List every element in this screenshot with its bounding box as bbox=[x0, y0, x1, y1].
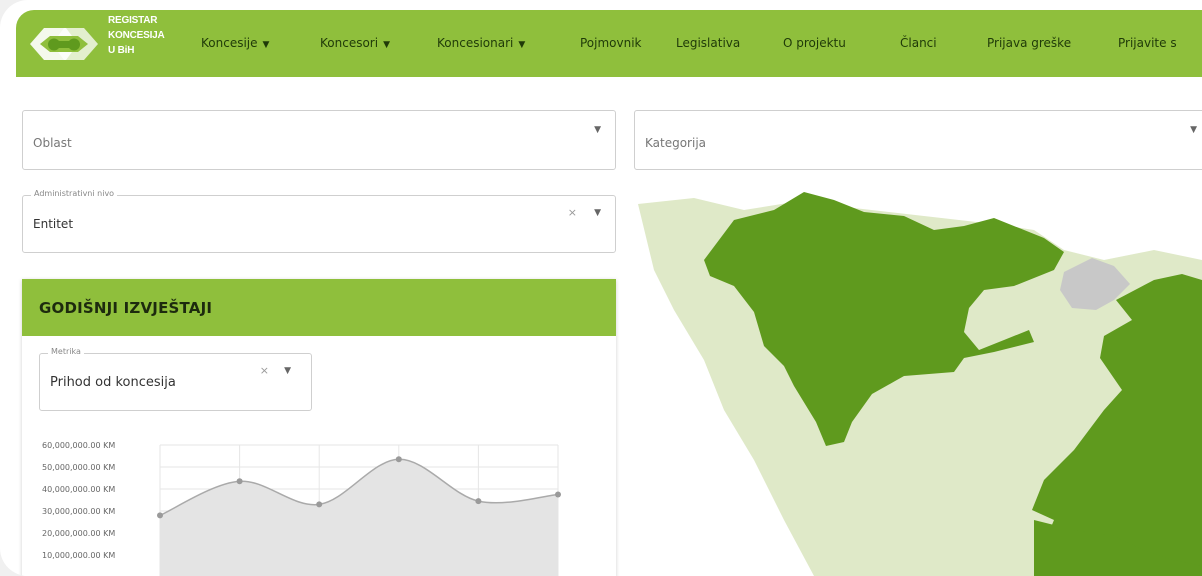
bih-map[interactable] bbox=[634, 190, 1202, 576]
panel-header: GODIŠNJI IZVJEŠTAJI bbox=[22, 279, 616, 336]
chevron-down-icon: ▼ bbox=[383, 40, 390, 50]
nav-item-koncesori[interactable]: Koncesori ▼ bbox=[320, 36, 390, 50]
nav-item-prijava-greske[interactable]: Prijava greške bbox=[987, 36, 1071, 50]
y-tick-label: 50,000,000.00 KM bbox=[42, 463, 115, 472]
metric-select[interactable]: Metrika Prihod od koncesija × ▼ bbox=[39, 347, 312, 411]
registar-logo-icon[interactable] bbox=[24, 20, 104, 68]
kategorija-placeholder: Kategorija bbox=[645, 136, 707, 150]
admin-level-legend: Administrativni nivo bbox=[31, 189, 118, 198]
metric-value: Prihod od koncesija bbox=[50, 375, 176, 390]
logo-line-2: KONCESIJA bbox=[108, 30, 165, 41]
nav-item-koncesije[interactable]: Koncesije ▼ bbox=[201, 36, 269, 50]
chevron-down-icon[interactable]: ▼ bbox=[594, 125, 601, 135]
nav-item-legislativa[interactable]: Legislativa bbox=[676, 36, 740, 50]
chevron-down-icon: ▼ bbox=[518, 40, 526, 50]
logo-line-3: U BiH bbox=[108, 45, 135, 56]
revenue-chart[interactable]: 60,000,000.00 KM 50,000,000.00 KM 40,000,0… bbox=[22, 429, 582, 576]
chevron-down-icon: ▼ bbox=[262, 40, 270, 50]
nav-item-pojmovnik[interactable]: Pojmovnik bbox=[580, 36, 642, 50]
y-tick-label: 60,000,000.00 KM bbox=[42, 441, 115, 450]
nav-item-prijavite[interactable]: Prijavite s bbox=[1118, 36, 1177, 50]
kategorija-select[interactable]: Kategorija ▼ bbox=[634, 110, 1202, 170]
logo-line-1: REGISTAR bbox=[108, 15, 158, 26]
chevron-down-icon[interactable]: ▼ bbox=[1190, 125, 1197, 135]
series-area bbox=[160, 459, 558, 576]
chevron-down-icon[interactable]: ▼ bbox=[594, 208, 601, 218]
top-navbar: REGISTAR KONCESIJA U BiH Koncesije ▼ Konc… bbox=[16, 10, 1202, 77]
nav-item-o-projektu[interactable]: O projektu bbox=[783, 36, 846, 50]
data-point[interactable] bbox=[475, 498, 482, 505]
y-tick-label: 10,000,000.00 KM bbox=[42, 551, 115, 560]
y-tick-label: 20,000,000.00 KM bbox=[42, 529, 115, 538]
annual-reports-panel: GODIŠNJI IZVJEŠTAJI Metrika Prihod od ko… bbox=[22, 279, 616, 576]
chevron-down-icon[interactable]: ▼ bbox=[284, 366, 291, 376]
metric-legend: Metrika bbox=[48, 347, 84, 356]
admin-level-select[interactable]: Administrativni nivo Entitet × ▼ bbox=[22, 189, 616, 253]
clear-icon[interactable]: × bbox=[260, 364, 269, 377]
data-point[interactable] bbox=[395, 456, 402, 463]
clear-icon[interactable]: × bbox=[568, 206, 577, 219]
oblast-select[interactable]: Oblast ▼ bbox=[22, 110, 616, 170]
nav-item-koncesionari[interactable]: Koncesionari ▼ bbox=[437, 36, 525, 50]
admin-level-value: Entitet bbox=[33, 217, 74, 231]
oblast-placeholder: Oblast bbox=[33, 136, 72, 150]
logo-text[interactable]: REGISTAR KONCESIJA U BiH bbox=[108, 13, 165, 58]
data-point[interactable] bbox=[236, 478, 243, 485]
data-point[interactable] bbox=[316, 501, 323, 508]
data-point[interactable] bbox=[157, 512, 163, 519]
y-tick-label: 40,000,000.00 KM bbox=[42, 485, 115, 494]
panel-title: GODIŠNJI IZVJEŠTAJI bbox=[39, 299, 213, 317]
y-tick-label: 30,000,000.00 KM bbox=[42, 507, 115, 516]
page-frame: REGISTAR KONCESIJA U BiH Koncesije ▼ Konc… bbox=[0, 0, 1202, 576]
nav-item-clanci[interactable]: Članci bbox=[900, 36, 937, 50]
data-point[interactable] bbox=[555, 491, 561, 498]
